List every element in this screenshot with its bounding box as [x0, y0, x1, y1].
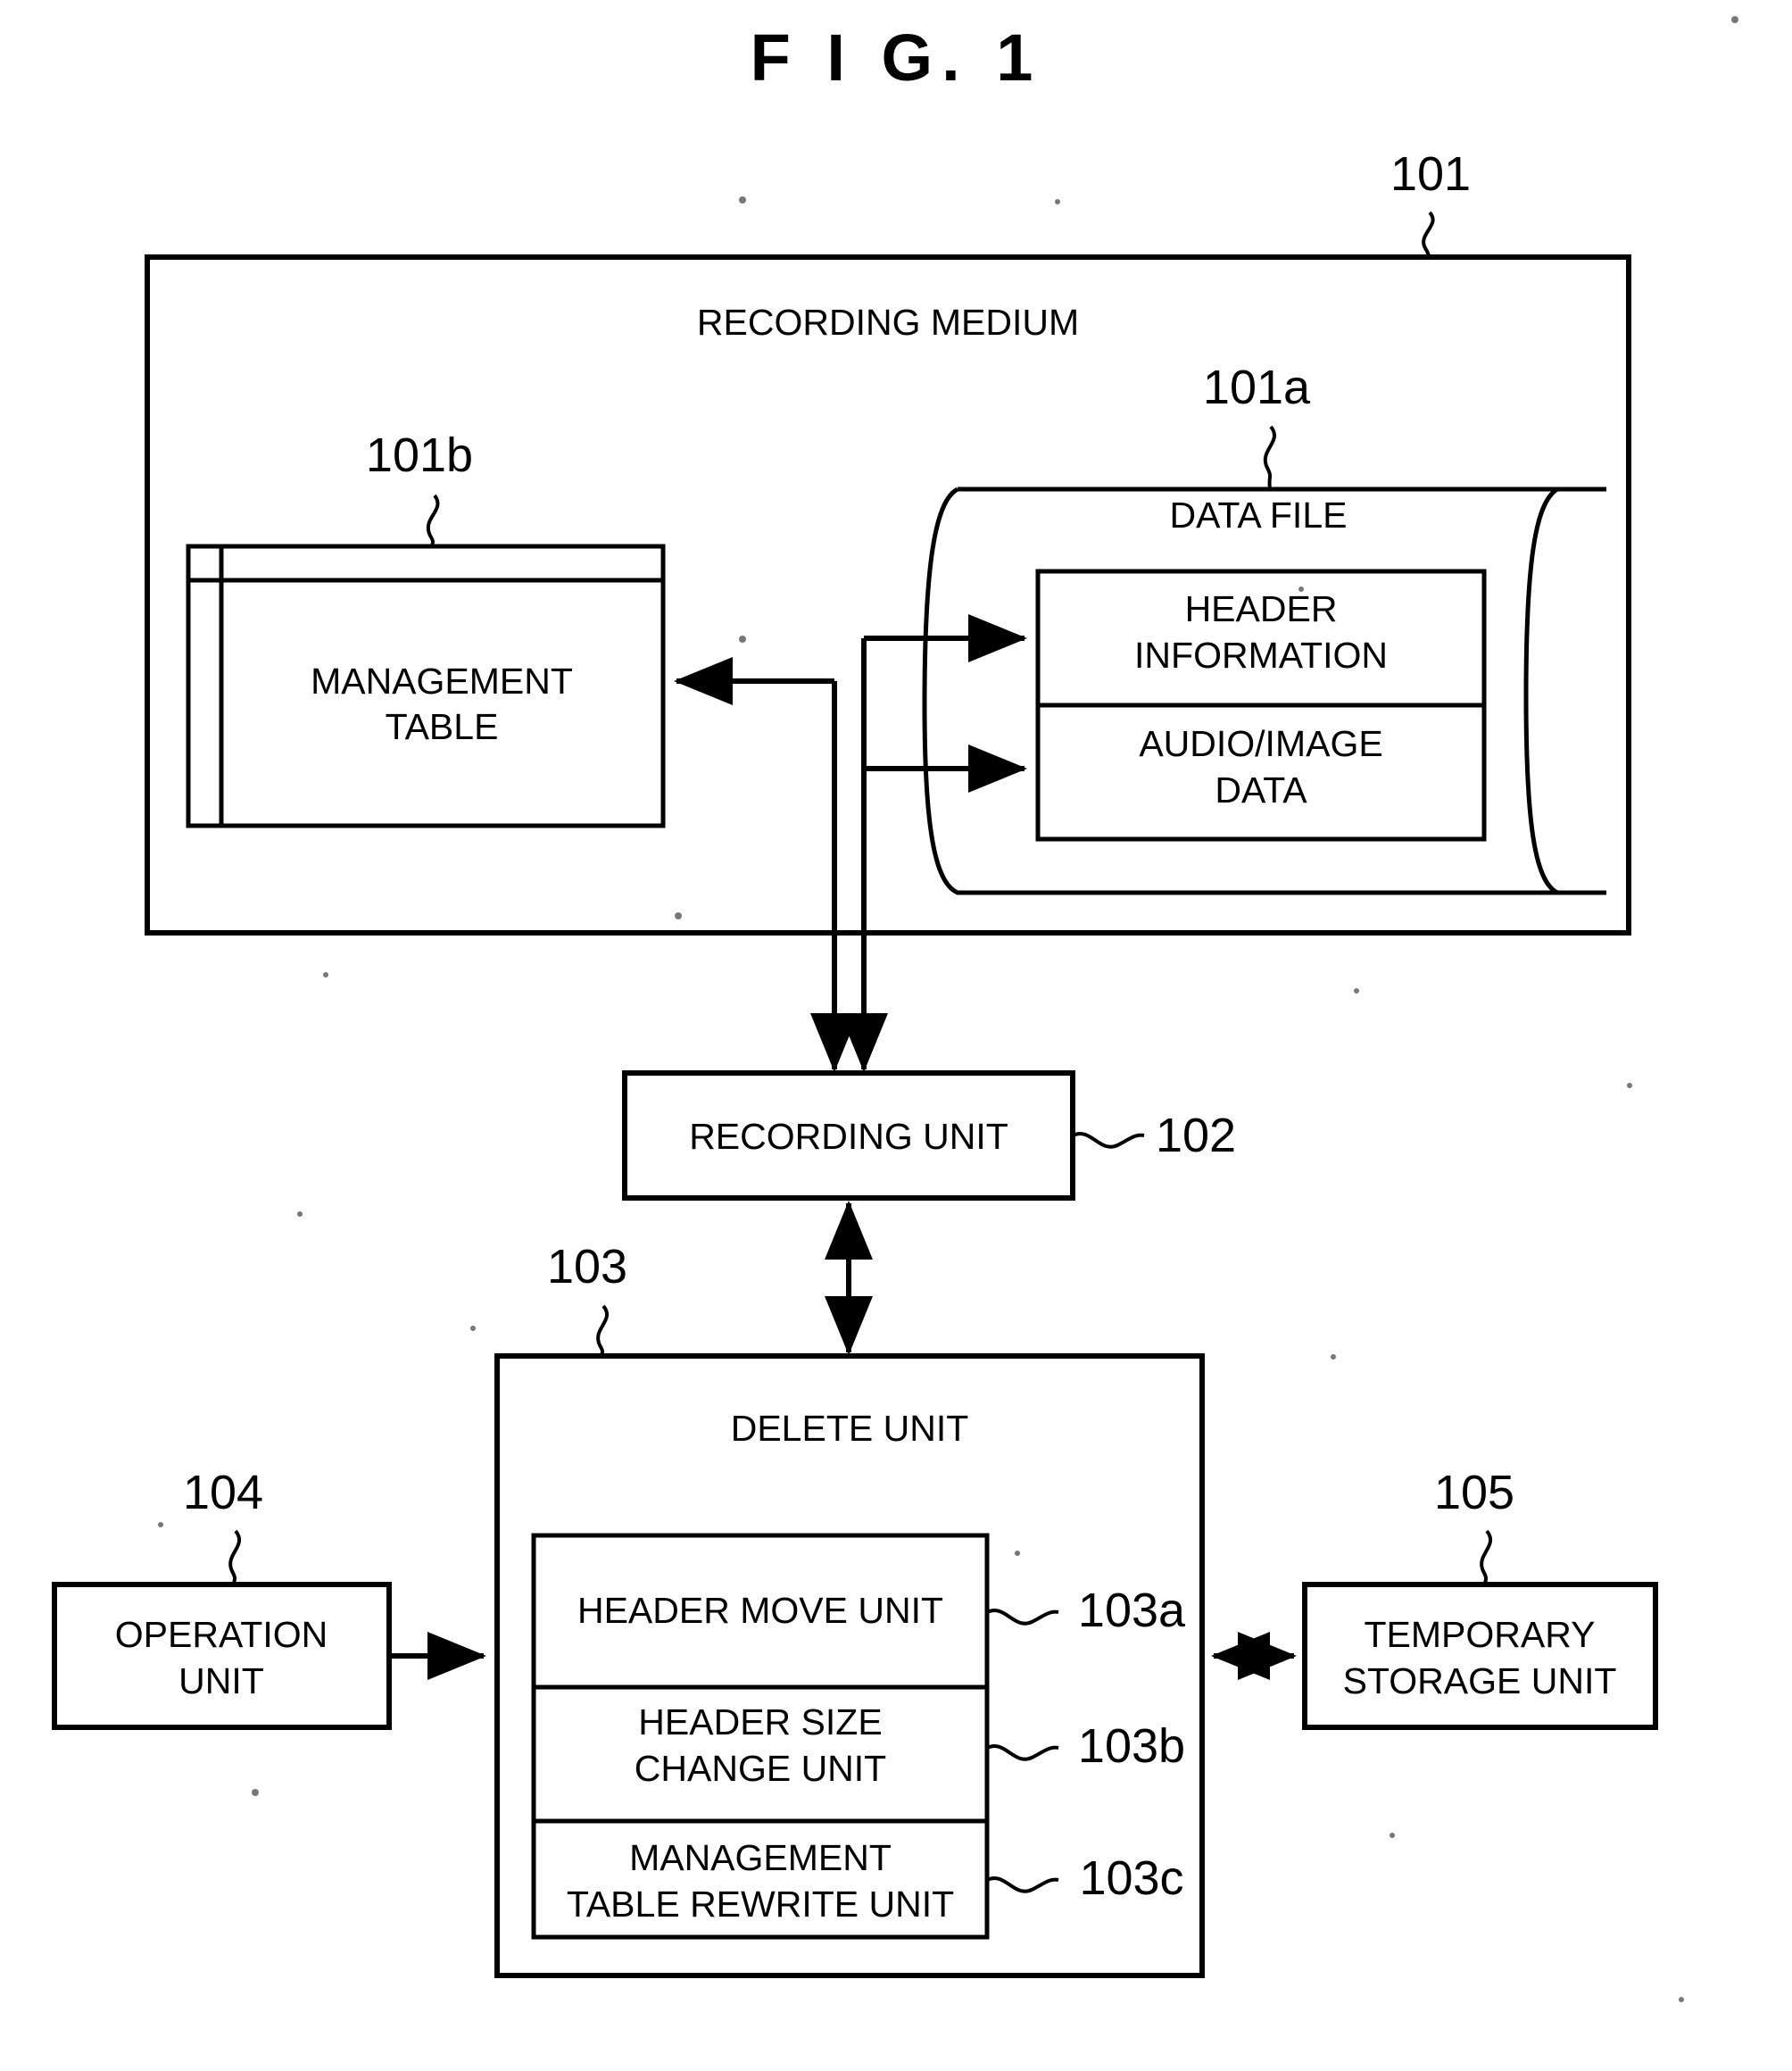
header-move-unit-label: HEADER MOVE UNIT [577, 1590, 943, 1631]
figure-root: F I G. 1 RECORDING MEDIUM 101 MANAGEMENT… [0, 0, 1792, 2071]
ref-102: 102 [1156, 1109, 1236, 1162]
ref-104: 104 [183, 1466, 263, 1519]
ref-102-leader [1072, 1132, 1145, 1149]
header-size-change-unit-line2: CHANGE UNIT [635, 1748, 886, 1789]
ref-103c: 103c [1079, 1851, 1183, 1905]
block-diagram: RECORDING MEDIUM 101 MANAGEMENT TABLE 10… [52, 16, 1738, 2002]
scan-speck [1390, 1833, 1395, 1838]
operation-unit-label-line1: OPERATION [115, 1614, 328, 1655]
scan-speck [252, 1789, 259, 1796]
recording-unit-label: RECORDING UNIT [689, 1116, 1008, 1157]
delete-unit-label: DELETE UNIT [731, 1408, 969, 1449]
scan-speck [1055, 199, 1060, 204]
ref-101-leader [1422, 211, 1435, 261]
scan-speck [1679, 1997, 1684, 2002]
header-size-change-unit-line1: HEADER SIZE [638, 1701, 882, 1742]
audio-image-data-line2: DATA [1215, 769, 1307, 811]
management-table-label-line1: MANAGEMENT [311, 661, 573, 702]
ref-103-leader [596, 1304, 610, 1357]
scan-speck [1354, 988, 1359, 994]
scan-speck [297, 1211, 303, 1217]
ref-105: 105 [1434, 1466, 1514, 1519]
scan-speck [1731, 16, 1738, 23]
ref-104-leader [228, 1529, 242, 1585]
scan-speck [1298, 586, 1304, 592]
management-table-rewrite-unit-line1: MANAGEMENT [629, 1837, 892, 1878]
management-table-rewrite-unit-line2: TABLE REWRITE UNIT [567, 1884, 954, 1925]
scan-speck [675, 912, 682, 919]
header-information-line1: HEADER [1185, 588, 1338, 629]
ref-103a: 103a [1078, 1584, 1186, 1637]
data-file-right-curve [1523, 487, 1559, 895]
ref-105-leader [1480, 1529, 1493, 1585]
ref-101: 101 [1390, 147, 1471, 201]
header-information-line2: INFORMATION [1134, 635, 1388, 676]
ref-103c-leader [986, 1876, 1059, 1893]
operation-unit-label-line2: UNIT [178, 1660, 264, 1701]
ref-101b: 101b [366, 428, 473, 482]
data-file-left-curve [922, 487, 1606, 895]
ref-103b-leader [986, 1744, 1059, 1761]
scan-speck [1015, 1551, 1020, 1556]
management-table-label-line2: TABLE [386, 706, 499, 747]
scan-speck [1331, 1354, 1336, 1360]
operation-unit-box [52, 1582, 392, 1730]
scan-speck [323, 972, 328, 977]
ref-101b-leader [426, 494, 440, 547]
temporary-storage-unit-label-line2: STORAGE UNIT [1343, 1660, 1617, 1701]
temporary-storage-unit-label-line1: TEMPORARY [1365, 1614, 1596, 1655]
ref-101a: 101a [1203, 361, 1311, 414]
scan-speck [158, 1522, 163, 1527]
scan-speck [739, 636, 746, 643]
ref-103a-leader [986, 1609, 1059, 1626]
data-file-label: DATA FILE [1170, 495, 1348, 536]
audio-image-data-line1: AUDIO/IMAGE [1139, 723, 1382, 764]
ref-101a-leader [1263, 425, 1276, 490]
scan-speck [739, 196, 746, 204]
ref-103: 103 [547, 1240, 627, 1293]
scan-speck [470, 1326, 476, 1331]
ref-103b: 103b [1078, 1719, 1185, 1773]
recording-medium-label: RECORDING MEDIUM [697, 302, 1079, 343]
recording-medium-box [145, 254, 1631, 936]
temporary-storage-unit-box [1302, 1582, 1658, 1730]
scan-speck [1627, 1083, 1632, 1088]
